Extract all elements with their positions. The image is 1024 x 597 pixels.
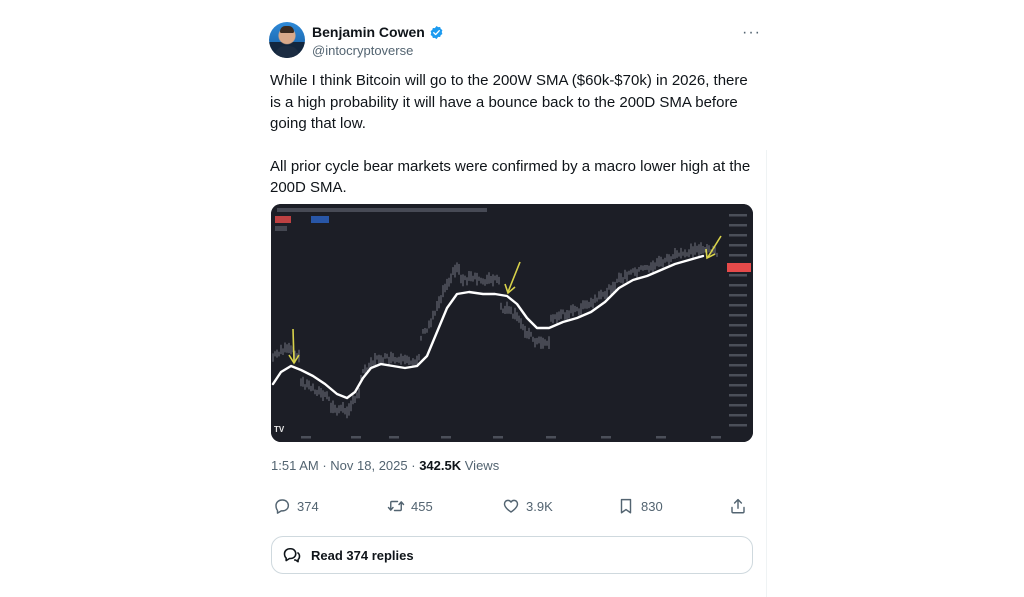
price-axis-tick bbox=[729, 354, 747, 357]
like-count: 3.9K bbox=[526, 498, 553, 514]
repost-icon bbox=[387, 500, 405, 512]
tweet-paragraph: While I think Bitcoin will go to the 200… bbox=[270, 72, 748, 132]
meta-separator: · bbox=[411, 458, 420, 473]
arrow-annotation bbox=[292, 328, 295, 363]
price-axis-tick bbox=[729, 374, 747, 377]
bookmark-count: 830 bbox=[641, 498, 663, 514]
price-axis-tick bbox=[729, 224, 747, 227]
time-axis-tick bbox=[389, 436, 399, 439]
time-axis-tick bbox=[711, 436, 721, 439]
reply-bubbles-icon bbox=[283, 547, 301, 563]
avatar-hair bbox=[280, 26, 294, 33]
time-axis-tick bbox=[656, 436, 666, 439]
chart-toolbar-text bbox=[275, 226, 287, 231]
views-count: 342.5K bbox=[419, 458, 462, 473]
author-name-row: Benjamin Cowen bbox=[312, 24, 444, 40]
time-axis-tick bbox=[601, 436, 611, 439]
repost-count: 455 bbox=[411, 498, 433, 514]
share-icon bbox=[731, 498, 745, 514]
tweet-actions: 374 455 3.9K 830 bbox=[271, 497, 751, 519]
price-axis-tick bbox=[729, 324, 747, 327]
tweet-meta: 1:51 AM · Nov 18, 2025 · 342.5K Views bbox=[271, 458, 499, 473]
time-axis-tick bbox=[301, 436, 311, 439]
price-axis-tick bbox=[729, 414, 747, 417]
time-axis-tick bbox=[441, 436, 451, 439]
chart-toolbar-badge bbox=[311, 216, 329, 223]
bookmark-button[interactable]: 830 bbox=[617, 497, 663, 515]
share-button[interactable] bbox=[729, 497, 747, 515]
price-axis-tick bbox=[729, 254, 747, 257]
price-axis-tick bbox=[729, 214, 747, 217]
author-display-name[interactable]: Benjamin Cowen bbox=[312, 24, 425, 40]
price-axis-tick bbox=[729, 364, 747, 367]
tweet-paragraph: All prior cycle bear markets were confir… bbox=[270, 157, 751, 197]
tweet-card: Benjamin Cowen @intocryptoverse ··· Whil… bbox=[255, 0, 775, 597]
reply-icon bbox=[275, 499, 290, 514]
current-price-tag bbox=[727, 263, 751, 272]
timeline-divider bbox=[766, 150, 767, 597]
time-axis-tick bbox=[351, 436, 361, 439]
price-axis-tick bbox=[729, 304, 747, 307]
price-axis-tick bbox=[729, 294, 747, 297]
like-button[interactable]: 3.9K bbox=[502, 497, 553, 515]
price-axis-tick bbox=[729, 244, 747, 247]
chart-logo: TV bbox=[274, 425, 285, 434]
avatar[interactable] bbox=[269, 22, 305, 58]
price-axis-tick bbox=[729, 284, 747, 287]
verified-badge-icon bbox=[430, 25, 443, 39]
tweet-time[interactable]: 1:51 AM bbox=[271, 458, 319, 473]
tweet-date[interactable]: Nov 18, 2025 bbox=[330, 458, 407, 473]
read-replies-button[interactable]: Read 374 replies bbox=[271, 536, 753, 574]
avatar-shoulders bbox=[275, 46, 299, 58]
price-axis-tick bbox=[729, 234, 747, 237]
repost-button[interactable]: 455 bbox=[387, 497, 433, 515]
chart-graphic: TV bbox=[271, 204, 753, 442]
tweet-text: While I think Bitcoin will go to the 200… bbox=[270, 70, 760, 199]
chart-image[interactable]: TV bbox=[271, 204, 753, 442]
price-axis-tick bbox=[729, 394, 747, 397]
more-icon[interactable]: ··· bbox=[742, 24, 761, 42]
price-axis-tick bbox=[729, 404, 747, 407]
read-replies-label: Read 374 replies bbox=[311, 547, 414, 563]
price-axis-tick bbox=[729, 334, 747, 337]
chart-toolbar-text bbox=[277, 208, 487, 212]
price-axis-tick bbox=[729, 344, 747, 347]
price-axis-tick bbox=[729, 314, 747, 317]
like-icon bbox=[503, 499, 519, 513]
chart-toolbar-badge bbox=[275, 216, 291, 223]
time-axis-tick bbox=[546, 436, 556, 439]
price-axis-tick bbox=[729, 274, 747, 277]
views-label: Views bbox=[464, 458, 500, 473]
reply-button[interactable]: 374 bbox=[273, 497, 319, 515]
price-axis-tick bbox=[729, 424, 747, 427]
price-axis-tick bbox=[729, 384, 747, 387]
time-axis-tick bbox=[493, 436, 503, 439]
bookmark-icon bbox=[620, 498, 632, 514]
author-handle[interactable]: @intocryptoverse bbox=[312, 43, 413, 58]
tweet-header: Benjamin Cowen @intocryptoverse ··· bbox=[269, 22, 761, 62]
reply-count: 374 bbox=[297, 498, 319, 514]
